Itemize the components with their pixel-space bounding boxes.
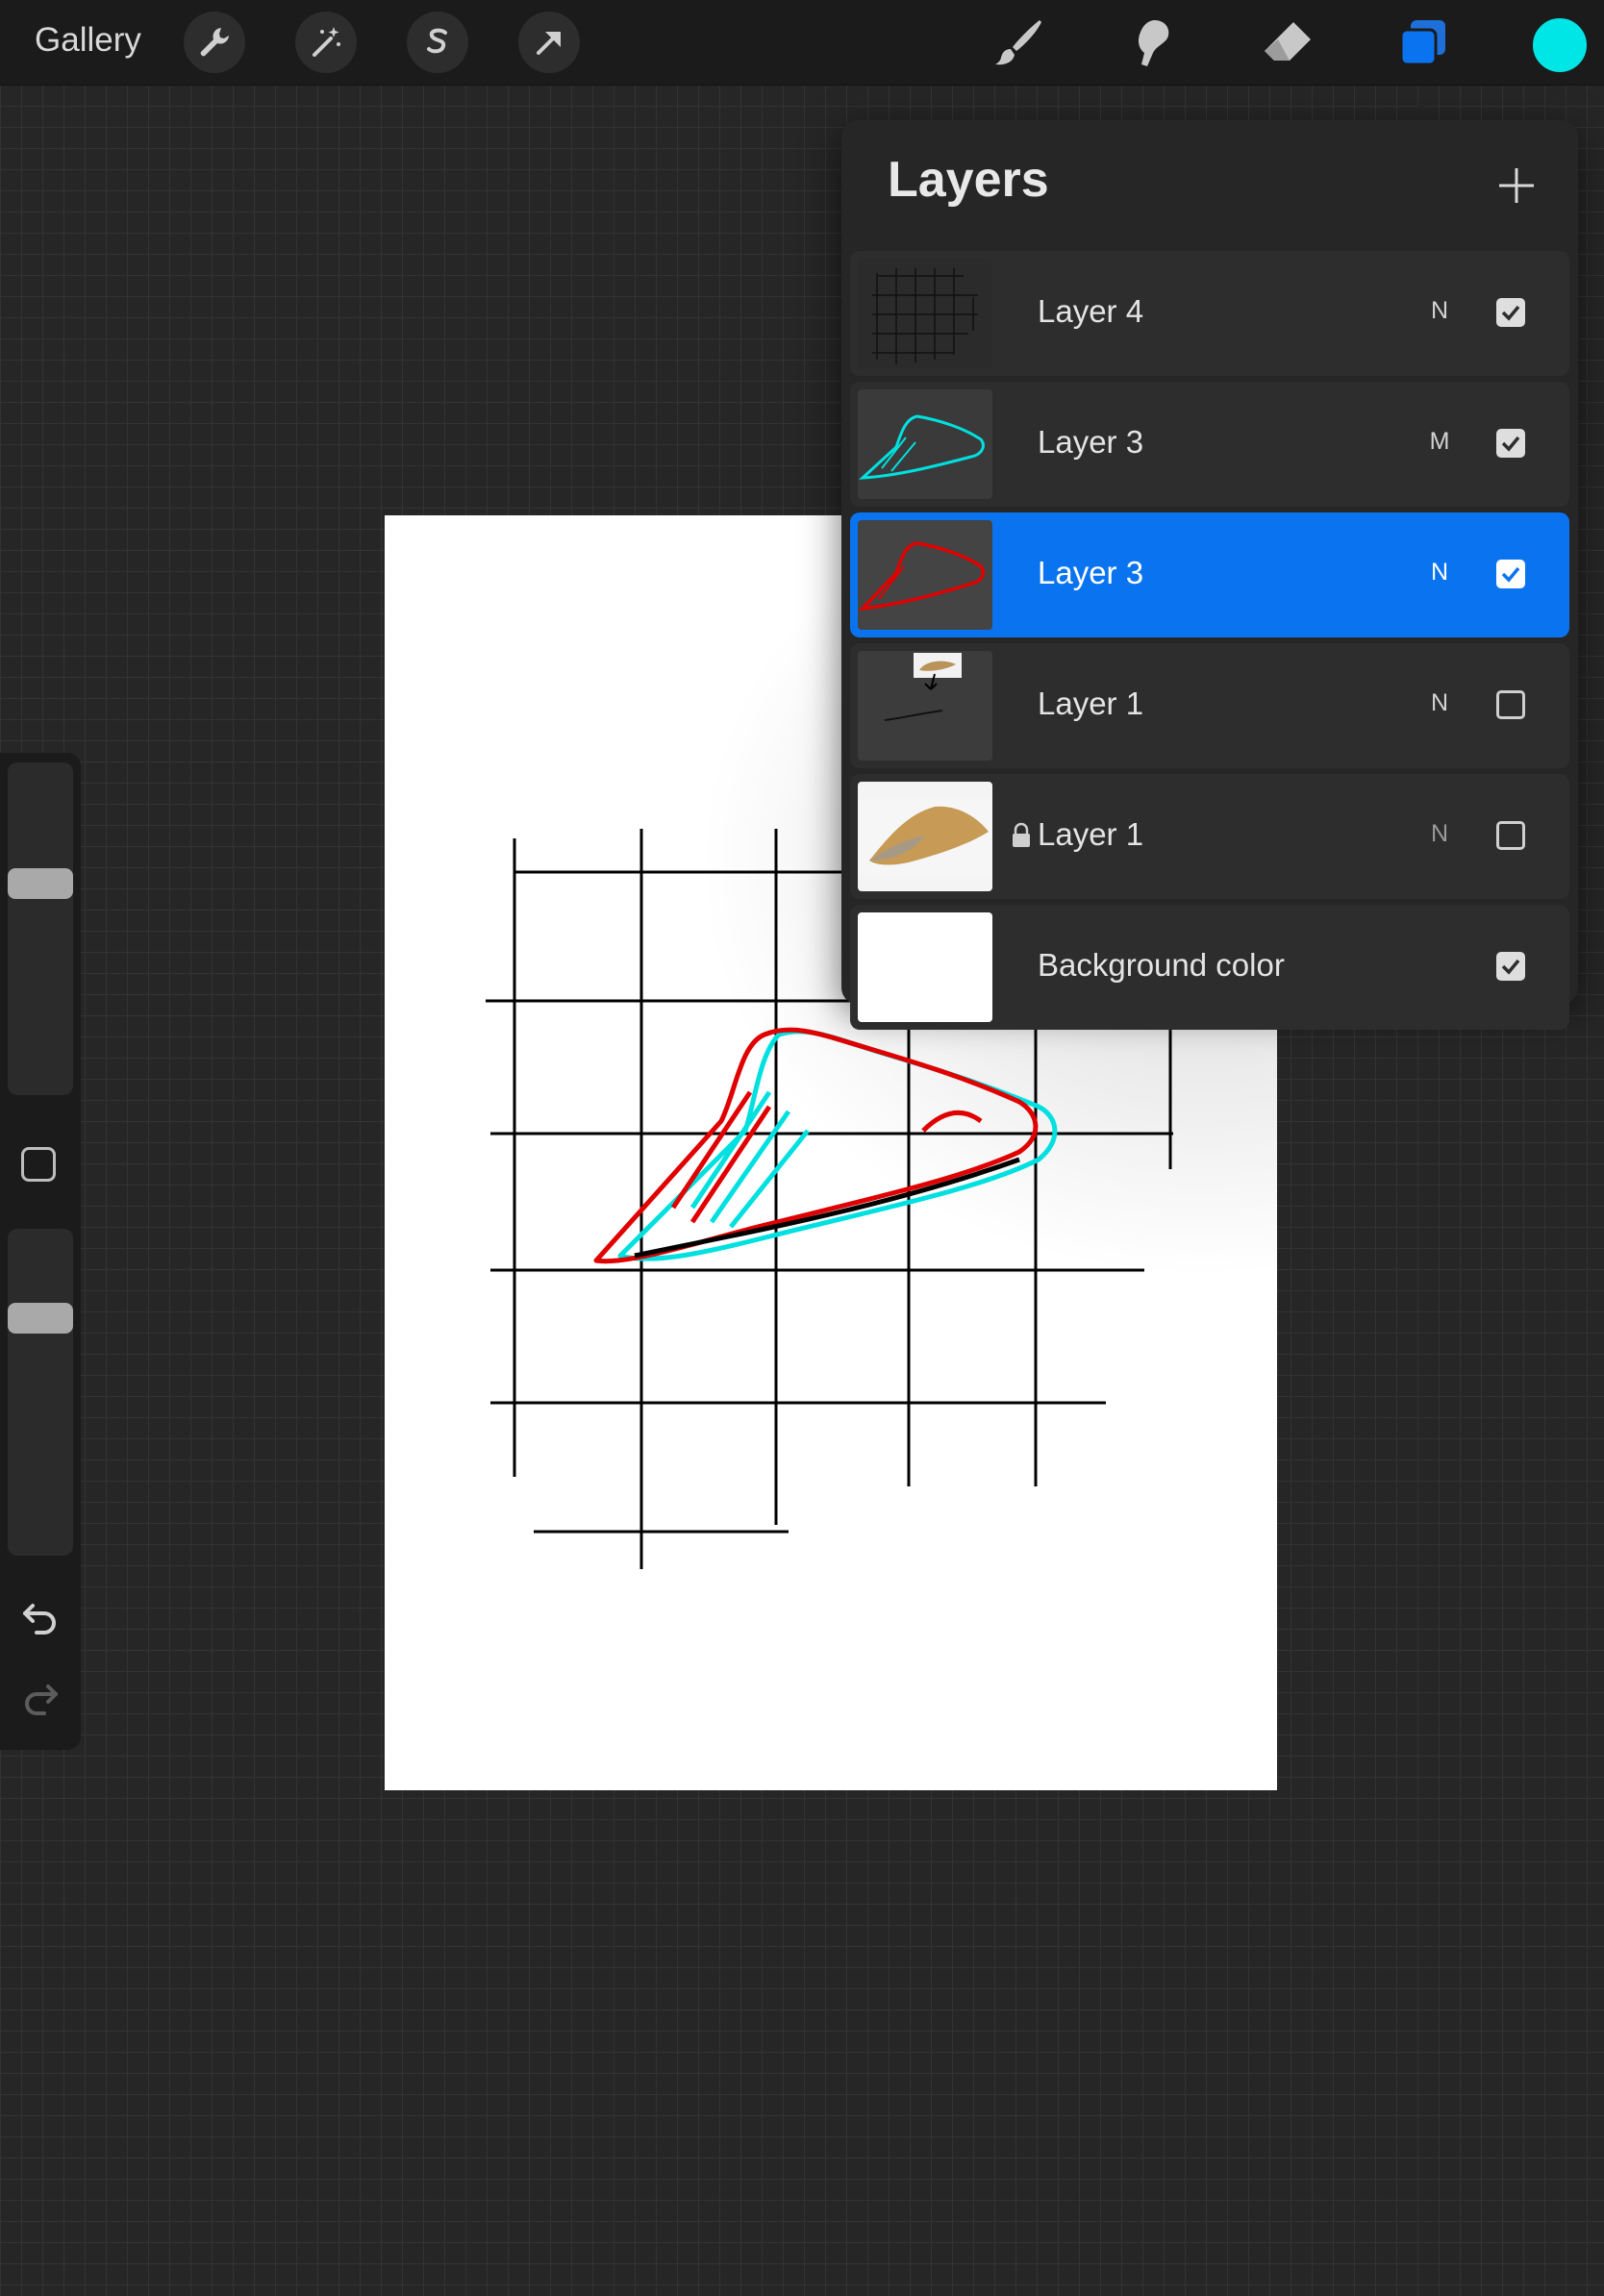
lock-icon [1013, 822, 1030, 847]
plus-icon [1499, 168, 1534, 203]
layer-row[interactable]: Layer 1 N [850, 774, 1569, 899]
layers-panel: Layers Layer 4 N Layer 3 M Layer 3 N Lay… [841, 120, 1578, 1030]
layer-row-selected[interactable]: Layer 3 N [850, 512, 1569, 637]
layer-thumbnail [858, 520, 992, 630]
layer-thumbnail [858, 259, 992, 368]
brush-icon [995, 20, 1041, 65]
checkmark-icon [1501, 566, 1520, 583]
eraser-icon [1265, 22, 1311, 61]
magic-wand-icon [313, 27, 340, 57]
transform-button[interactable] [518, 12, 580, 73]
layers-panel-caret [1404, 104, 1439, 121]
layer-name: Background color [1038, 947, 1285, 983]
background-color-swatch[interactable] [858, 912, 992, 1022]
checkmark-icon [1501, 959, 1520, 975]
layer-name: Layer 3 [1038, 424, 1144, 460]
opacity-slider-thumb[interactable] [8, 1303, 73, 1334]
layer-visibility-checkbox[interactable] [1496, 429, 1525, 458]
layer-visibility-checkbox[interactable] [1496, 560, 1525, 588]
layers-button[interactable] [1392, 13, 1452, 73]
color-picker-button[interactable] [1531, 16, 1589, 74]
blend-mode-button[interactable]: N [1425, 297, 1454, 325]
undo-icon [23, 1604, 56, 1635]
selection-s-icon [427, 28, 447, 54]
layer-name: Layer 4 [1038, 293, 1144, 329]
add-layer-button[interactable] [1488, 157, 1545, 214]
modify-button[interactable] [21, 1147, 56, 1182]
blend-mode-button[interactable]: N [1425, 559, 1454, 586]
eraser-button[interactable] [1258, 13, 1317, 73]
redo-button[interactable] [19, 1680, 62, 1718]
layer-visibility-checkbox[interactable] [1496, 952, 1525, 981]
brush-size-slider[interactable] [8, 762, 73, 1095]
layer-name: Layer 1 [1038, 816, 1144, 852]
blend-mode-button[interactable]: N [1425, 820, 1454, 848]
undo-button[interactable] [19, 1599, 62, 1637]
background-layer-row[interactable]: Background color [850, 905, 1569, 1030]
layers-panel-title: Layers [888, 152, 1049, 208]
left-sidebar [0, 753, 81, 1750]
brush-button[interactable] [989, 13, 1048, 73]
transform-arrow-icon [537, 32, 561, 55]
layer-thumbnail [858, 651, 992, 761]
layer-row[interactable]: Layer 1 N [850, 643, 1569, 768]
layer-row[interactable]: Layer 4 N [850, 251, 1569, 376]
layers-icon [1399, 20, 1445, 66]
layer-name: Layer 1 [1038, 686, 1144, 721]
top-toolbar: Gallery [0, 0, 1604, 86]
actions-button[interactable] [184, 12, 245, 73]
layer-thumbnail [858, 782, 992, 891]
tooth-sketch-cyan [617, 1029, 1058, 1261]
adjustments-button[interactable] [295, 12, 357, 73]
smudge-button[interactable] [1123, 13, 1183, 73]
checkmark-icon [1501, 305, 1520, 321]
layer-visibility-checkbox[interactable] [1496, 690, 1525, 719]
selection-button[interactable] [407, 12, 468, 73]
blend-mode-button[interactable]: M [1425, 428, 1454, 456]
redo-icon [25, 1685, 58, 1715]
brush-size-slider-thumb[interactable] [8, 868, 73, 899]
smudge-icon [1138, 20, 1169, 66]
opacity-slider[interactable] [8, 1229, 73, 1556]
wrench-icon [200, 28, 229, 57]
layer-thumbnail [858, 389, 992, 499]
layer-visibility-checkbox[interactable] [1496, 821, 1525, 850]
blend-mode-button[interactable]: N [1425, 689, 1454, 717]
gallery-button[interactable]: Gallery [35, 21, 141, 60]
layer-row[interactable]: Layer 3 M [850, 382, 1569, 507]
checkmark-icon [1501, 436, 1520, 452]
layer-name: Layer 3 [1038, 555, 1144, 590]
layer-visibility-checkbox[interactable] [1496, 298, 1525, 327]
